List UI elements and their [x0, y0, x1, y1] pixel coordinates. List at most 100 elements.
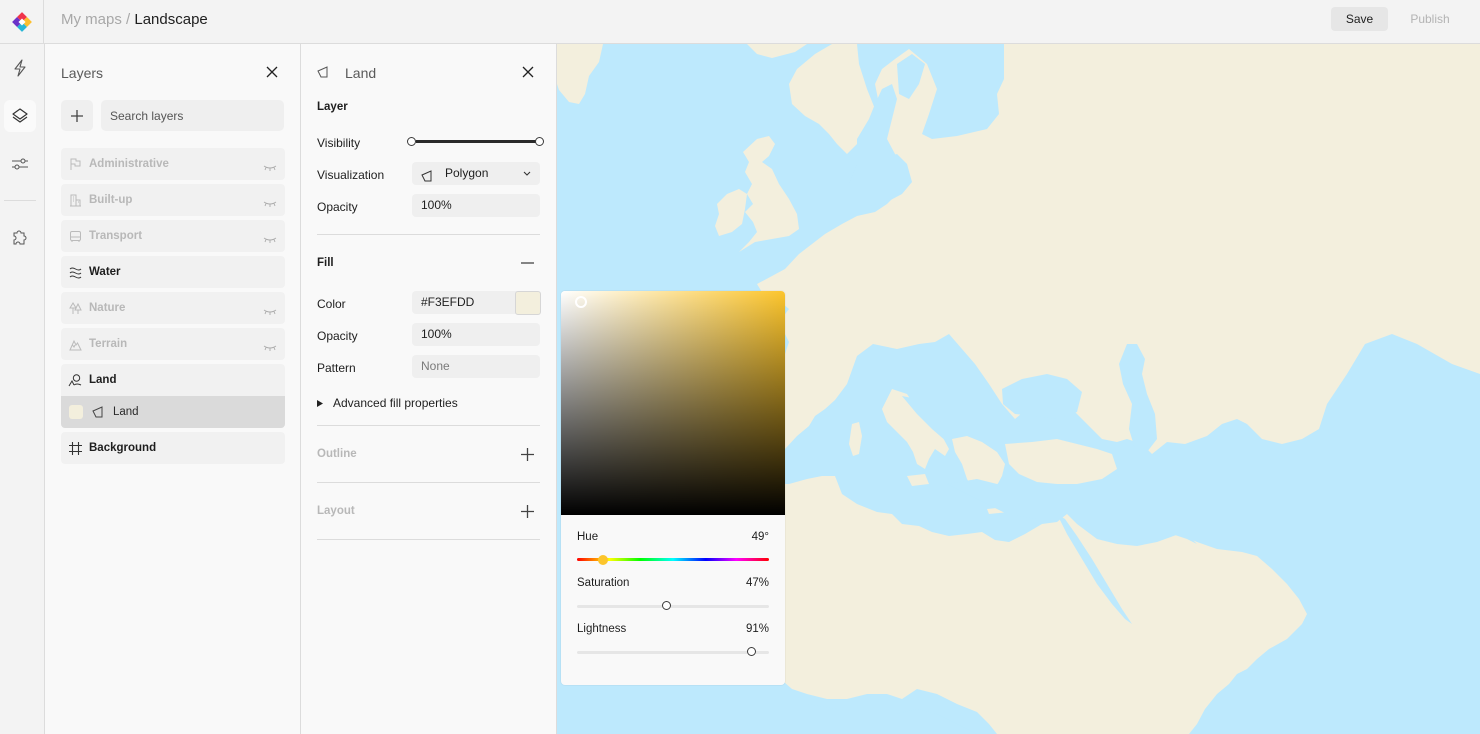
- saturation-slider-handle[interactable]: [662, 601, 672, 610]
- layout-section-title: Layout: [317, 505, 355, 517]
- layer-opacity-input[interactable]: 100%: [412, 194, 540, 217]
- chevron-down-icon: [523, 162, 531, 185]
- layer-item-land[interactable]: Land: [61, 364, 285, 396]
- top-bar: My maps / Landscape Save Publish: [0, 0, 1480, 44]
- eye-closed-icon[interactable]: [263, 304, 277, 318]
- breadcrumb-separator: /: [121, 11, 135, 28]
- fill-pattern-select[interactable]: None: [412, 355, 540, 378]
- fill-color-label: Color: [317, 297, 346, 311]
- visibility-slider-track[interactable]: [416, 140, 540, 143]
- collapse-fill-button[interactable]: [519, 255, 535, 271]
- layer-item-nature[interactable]: Nature: [61, 292, 285, 324]
- flag-icon: [68, 157, 82, 171]
- land-great-britain: [739, 136, 799, 252]
- close-icon: [266, 66, 278, 78]
- building-icon: [68, 193, 82, 207]
- sliders-icon: [12, 158, 28, 170]
- breadcrumb-current: Landscape: [134, 11, 208, 28]
- layer-label: Transport: [89, 230, 143, 242]
- app-logo[interactable]: [0, 0, 44, 43]
- lightness-slider-track[interactable]: [577, 651, 769, 654]
- add-outline-button[interactable]: [519, 446, 535, 462]
- rail-item-layers[interactable]: [4, 100, 36, 132]
- advanced-fill-toggle[interactable]: Advanced fill properties: [317, 396, 458, 410]
- app-logo-icon: [11, 11, 32, 32]
- bus-icon: [68, 229, 82, 243]
- fill-color-swatch[interactable]: [515, 291, 541, 315]
- layer-label: Administrative: [89, 158, 169, 170]
- publish-button[interactable]: Publish: [1400, 7, 1460, 31]
- layer-section-title: Layer: [317, 101, 348, 113]
- color-swatch: [69, 405, 83, 419]
- save-button[interactable]: Save: [1331, 7, 1388, 31]
- saturation-label: Saturation: [577, 577, 630, 589]
- hue-value: 49°: [751, 531, 769, 543]
- lightness-label: Lightness: [577, 623, 627, 635]
- rail-item-actions[interactable]: [4, 52, 36, 84]
- layer-label: Terrain: [89, 338, 128, 350]
- eye-closed-icon[interactable]: [263, 232, 277, 246]
- search-layers-input[interactable]: [101, 100, 284, 131]
- layer-opacity-label: Opacity: [317, 200, 358, 214]
- sublayer-label: Land: [113, 406, 139, 418]
- visibility-label: Visibility: [317, 136, 361, 150]
- fill-pattern-label: Pattern: [317, 361, 356, 375]
- saturation-slider-track[interactable]: [577, 605, 769, 608]
- layer-item-terrain[interactable]: Terrain: [61, 328, 285, 360]
- eye-closed-icon[interactable]: [263, 196, 277, 210]
- fill-opacity-label: Opacity: [317, 329, 358, 343]
- land-sicily: [907, 474, 929, 486]
- frame-icon: [68, 441, 82, 455]
- section-divider: [317, 234, 540, 235]
- sublayer-item-land[interactable]: Land: [61, 396, 285, 428]
- visibility-max-handle[interactable]: [535, 137, 544, 146]
- polygon-icon: [317, 66, 329, 81]
- lightness-slider-handle[interactable]: [746, 647, 756, 656]
- layer-item-built-up[interactable]: Built-up: [61, 184, 285, 216]
- outline-section-title: Outline: [317, 448, 357, 460]
- visualization-label: Visualization: [317, 168, 385, 182]
- breadcrumb-my-maps[interactable]: My maps: [61, 11, 122, 28]
- land-sardinia: [849, 422, 862, 456]
- waves-icon: [68, 265, 82, 279]
- add-layout-button[interactable]: [519, 503, 535, 519]
- add-layer-button[interactable]: [61, 100, 93, 131]
- section-divider: [317, 539, 540, 540]
- layer-item-transport[interactable]: Transport: [61, 220, 285, 252]
- plus-icon: [520, 504, 534, 518]
- fill-opacity-input[interactable]: 100%: [412, 323, 540, 346]
- color-picker-handle[interactable]: [575, 296, 587, 308]
- lightning-icon: [14, 59, 26, 77]
- breadcrumb: My maps / Landscape: [61, 11, 208, 29]
- visibility-min-handle[interactable]: [407, 137, 416, 146]
- layer-label: Built-up: [89, 194, 133, 206]
- color-picker-popover: Hue 49° Saturation 47% Lightness 91%: [561, 291, 785, 685]
- rail-item-plugins[interactable]: [4, 221, 36, 253]
- close-properties-button[interactable]: [518, 62, 538, 82]
- land-turkey: [1005, 439, 1117, 484]
- layers-panel-title: Layers: [61, 65, 104, 81]
- layer-label: Water: [89, 266, 121, 278]
- layer-item-water[interactable]: Water: [61, 256, 285, 288]
- layers-panel: Layers Administrative Built-up Transport…: [45, 44, 301, 734]
- saturation-value: 47%: [745, 577, 769, 589]
- land-ireland: [715, 189, 747, 236]
- visualization-value: Polygon: [445, 166, 489, 180]
- layer-item-background[interactable]: Background: [61, 432, 285, 464]
- close-layers-button[interactable]: [262, 62, 282, 82]
- polygon-icon: [91, 405, 105, 419]
- section-divider: [317, 482, 540, 483]
- layer-item-administrative[interactable]: Administrative: [61, 148, 285, 180]
- minus-icon: [520, 262, 534, 264]
- layer-label: Background: [89, 442, 157, 454]
- close-icon: [522, 66, 534, 78]
- rail-item-settings[interactable]: [4, 148, 36, 180]
- mountain-icon: [68, 337, 82, 351]
- visualization-select[interactable]: Polygon: [412, 162, 540, 185]
- land-iceland: [747, 44, 807, 58]
- eye-closed-icon[interactable]: [263, 340, 277, 354]
- saturation-value-area[interactable]: [561, 291, 785, 515]
- rail-divider: [4, 200, 36, 201]
- hue-slider-handle[interactable]: [598, 555, 609, 565]
- eye-closed-icon[interactable]: [263, 160, 277, 174]
